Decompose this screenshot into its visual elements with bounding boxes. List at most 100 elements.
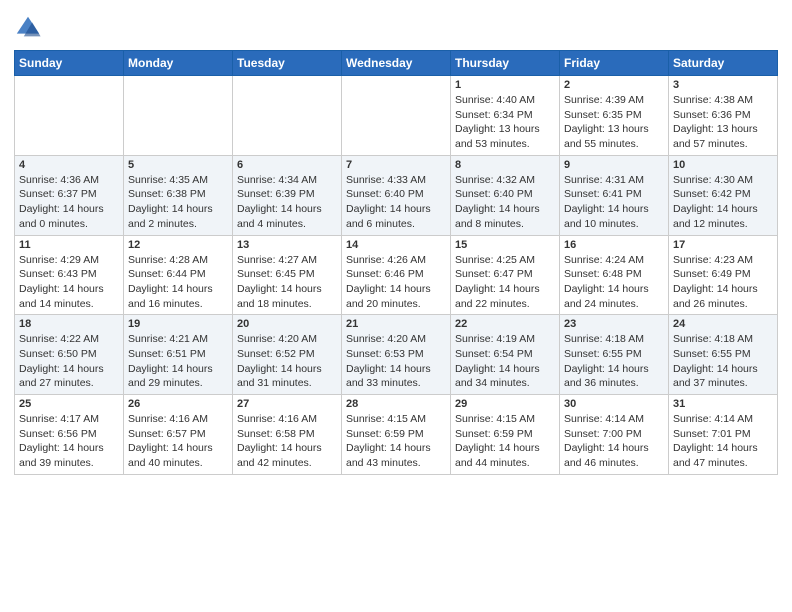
weekday-header-thursday: Thursday	[451, 51, 560, 76]
day-cell	[124, 76, 233, 156]
day-number: 26	[128, 398, 228, 410]
day-cell	[233, 76, 342, 156]
day-cell: 15 Sunrise: 4:25 AM Sunset: 6:47 PM Dayli…	[451, 235, 560, 315]
logo	[14, 14, 46, 42]
day-info: Sunrise: 4:29 AM Sunset: 6:43 PM Dayligh…	[19, 253, 119, 312]
day-number: 27	[237, 398, 337, 410]
day-number: 8	[455, 159, 555, 171]
day-cell: 7 Sunrise: 4:33 AM Sunset: 6:40 PM Daylig…	[342, 155, 451, 235]
day-number: 30	[564, 398, 664, 410]
day-number: 10	[673, 159, 773, 171]
day-info: Sunrise: 4:39 AM Sunset: 6:35 PM Dayligh…	[564, 93, 664, 152]
day-cell: 14 Sunrise: 4:26 AM Sunset: 6:46 PM Dayli…	[342, 235, 451, 315]
day-cell: 5Sunrise: 4:35 AM Sunset: 6:38 PM Daylig…	[124, 155, 233, 235]
day-number: 2	[564, 79, 664, 91]
day-cell: 27 Sunrise: 4:16 AM Sunset: 6:58 PM Dayli…	[233, 395, 342, 475]
day-cell: 22 Sunrise: 4:19 AM Sunset: 6:54 PM Dayli…	[451, 315, 560, 395]
day-info: Sunrise: 4:18 AM Sunset: 6:55 PM Dayligh…	[564, 332, 664, 391]
week-row-4: 18 Sunrise: 4:22 AM Sunset: 6:50 PM Dayli…	[15, 315, 778, 395]
day-cell: 20 Sunrise: 4:20 AM Sunset: 6:52 PM Dayli…	[233, 315, 342, 395]
day-info: Sunrise: 4:24 AM Sunset: 6:48 PM Dayligh…	[564, 253, 664, 312]
day-cell: 21 Sunrise: 4:20 AM Sunset: 6:53 PM Dayli…	[342, 315, 451, 395]
day-number: 16	[564, 239, 664, 251]
day-cell: 13 Sunrise: 4:27 AM Sunset: 6:45 PM Dayli…	[233, 235, 342, 315]
day-info: Sunrise: 4:15 AM Sunset: 6:59 PM Dayligh…	[455, 412, 555, 471]
week-row-3: 11 Sunrise: 4:29 AM Sunset: 6:43 PM Dayli…	[15, 235, 778, 315]
day-number: 7	[346, 159, 446, 171]
day-cell: 2 Sunrise: 4:39 AM Sunset: 6:35 PM Daylig…	[560, 76, 669, 156]
day-number: 9	[564, 159, 664, 171]
week-row-2: 4 Sunrise: 4:36 AM Sunset: 6:37 PM Daylig…	[15, 155, 778, 235]
day-cell: 29Sunrise: 4:15 AM Sunset: 6:59 PM Dayli…	[451, 395, 560, 475]
day-cell: 1Sunrise: 4:40 AM Sunset: 6:34 PM Daylig…	[451, 76, 560, 156]
day-info: Sunrise: 4:16 AM Sunset: 6:58 PM Dayligh…	[237, 412, 337, 471]
day-number: 14	[346, 239, 446, 251]
day-number: 13	[237, 239, 337, 251]
day-cell: 12 Sunrise: 4:28 AM Sunset: 6:44 PM Dayli…	[124, 235, 233, 315]
day-cell: 24 Sunrise: 4:18 AM Sunset: 6:55 PM Dayli…	[669, 315, 778, 395]
weekday-header-saturday: Saturday	[669, 51, 778, 76]
day-cell: 19 Sunrise: 4:21 AM Sunset: 6:51 PM Dayli…	[124, 315, 233, 395]
day-number: 19	[128, 318, 228, 330]
page: SundayMondayTuesdayWednesdayThursdayFrid…	[0, 0, 792, 489]
day-number: 21	[346, 318, 446, 330]
day-info: Sunrise: 4:38 AM Sunset: 6:36 PM Dayligh…	[673, 93, 773, 152]
day-info: Sunrise: 4:22 AM Sunset: 6:50 PM Dayligh…	[19, 332, 119, 391]
day-number: 12	[128, 239, 228, 251]
day-number: 18	[19, 318, 119, 330]
day-info: Sunrise: 4:27 AM Sunset: 6:45 PM Dayligh…	[237, 253, 337, 312]
day-cell: 23 Sunrise: 4:18 AM Sunset: 6:55 PM Dayli…	[560, 315, 669, 395]
day-number: 24	[673, 318, 773, 330]
day-cell: 11 Sunrise: 4:29 AM Sunset: 6:43 PM Dayli…	[15, 235, 124, 315]
day-cell: 30 Sunrise: 4:14 AM Sunset: 7:00 PM Dayli…	[560, 395, 669, 475]
weekday-header-sunday: Sunday	[15, 51, 124, 76]
day-cell: 26 Sunrise: 4:16 AM Sunset: 6:57 PM Dayli…	[124, 395, 233, 475]
day-cell: 31Sunrise: 4:14 AM Sunset: 7:01 PM Dayli…	[669, 395, 778, 475]
day-info: Sunrise: 4:30 AM Sunset: 6:42 PM Dayligh…	[673, 173, 773, 232]
day-info: Sunrise: 4:14 AM Sunset: 7:00 PM Dayligh…	[564, 412, 664, 471]
day-info: Sunrise: 4:23 AM Sunset: 6:49 PM Dayligh…	[673, 253, 773, 312]
weekday-header-tuesday: Tuesday	[233, 51, 342, 76]
day-info: Sunrise: 4:19 AM Sunset: 6:54 PM Dayligh…	[455, 332, 555, 391]
day-number: 23	[564, 318, 664, 330]
day-info: Sunrise: 4:18 AM Sunset: 6:55 PM Dayligh…	[673, 332, 773, 391]
day-info: Sunrise: 4:25 AM Sunset: 6:47 PM Dayligh…	[455, 253, 555, 312]
day-number: 17	[673, 239, 773, 251]
day-number: 15	[455, 239, 555, 251]
day-number: 28	[346, 398, 446, 410]
day-cell: 10 Sunrise: 4:30 AM Sunset: 6:42 PM Dayli…	[669, 155, 778, 235]
day-number: 25	[19, 398, 119, 410]
day-number: 6	[237, 159, 337, 171]
day-cell: 25 Sunrise: 4:17 AM Sunset: 6:56 PM Dayli…	[15, 395, 124, 475]
day-info: Sunrise: 4:20 AM Sunset: 6:53 PM Dayligh…	[346, 332, 446, 391]
day-info: Sunrise: 4:26 AM Sunset: 6:46 PM Dayligh…	[346, 253, 446, 312]
day-info: Sunrise: 4:15 AM Sunset: 6:59 PM Dayligh…	[346, 412, 446, 471]
day-number: 3	[673, 79, 773, 91]
weekday-header-monday: Monday	[124, 51, 233, 76]
week-row-1: 1Sunrise: 4:40 AM Sunset: 6:34 PM Daylig…	[15, 76, 778, 156]
day-number: 4	[19, 159, 119, 171]
day-info: Sunrise: 4:21 AM Sunset: 6:51 PM Dayligh…	[128, 332, 228, 391]
day-info: Sunrise: 4:16 AM Sunset: 6:57 PM Dayligh…	[128, 412, 228, 471]
logo-icon	[14, 14, 42, 42]
day-info: Sunrise: 4:32 AM Sunset: 6:40 PM Dayligh…	[455, 173, 555, 232]
day-number: 11	[19, 239, 119, 251]
day-cell: 18 Sunrise: 4:22 AM Sunset: 6:50 PM Dayli…	[15, 315, 124, 395]
day-cell: 16 Sunrise: 4:24 AM Sunset: 6:48 PM Dayli…	[560, 235, 669, 315]
day-info: Sunrise: 4:31 AM Sunset: 6:41 PM Dayligh…	[564, 173, 664, 232]
week-row-5: 25 Sunrise: 4:17 AM Sunset: 6:56 PM Dayli…	[15, 395, 778, 475]
day-cell	[15, 76, 124, 156]
day-number: 5	[128, 159, 228, 171]
day-info: Sunrise: 4:33 AM Sunset: 6:40 PM Dayligh…	[346, 173, 446, 232]
day-cell: 3 Sunrise: 4:38 AM Sunset: 6:36 PM Daylig…	[669, 76, 778, 156]
day-info: Sunrise: 4:20 AM Sunset: 6:52 PM Dayligh…	[237, 332, 337, 391]
day-info: Sunrise: 4:17 AM Sunset: 6:56 PM Dayligh…	[19, 412, 119, 471]
day-number: 22	[455, 318, 555, 330]
day-info: Sunrise: 4:28 AM Sunset: 6:44 PM Dayligh…	[128, 253, 228, 312]
weekday-header-row: SundayMondayTuesdayWednesdayThursdayFrid…	[15, 51, 778, 76]
day-cell: 6Sunrise: 4:34 AM Sunset: 6:39 PM Daylig…	[233, 155, 342, 235]
day-cell	[342, 76, 451, 156]
header	[14, 10, 778, 42]
day-number: 20	[237, 318, 337, 330]
day-info: Sunrise: 4:36 AM Sunset: 6:37 PM Dayligh…	[19, 173, 119, 232]
